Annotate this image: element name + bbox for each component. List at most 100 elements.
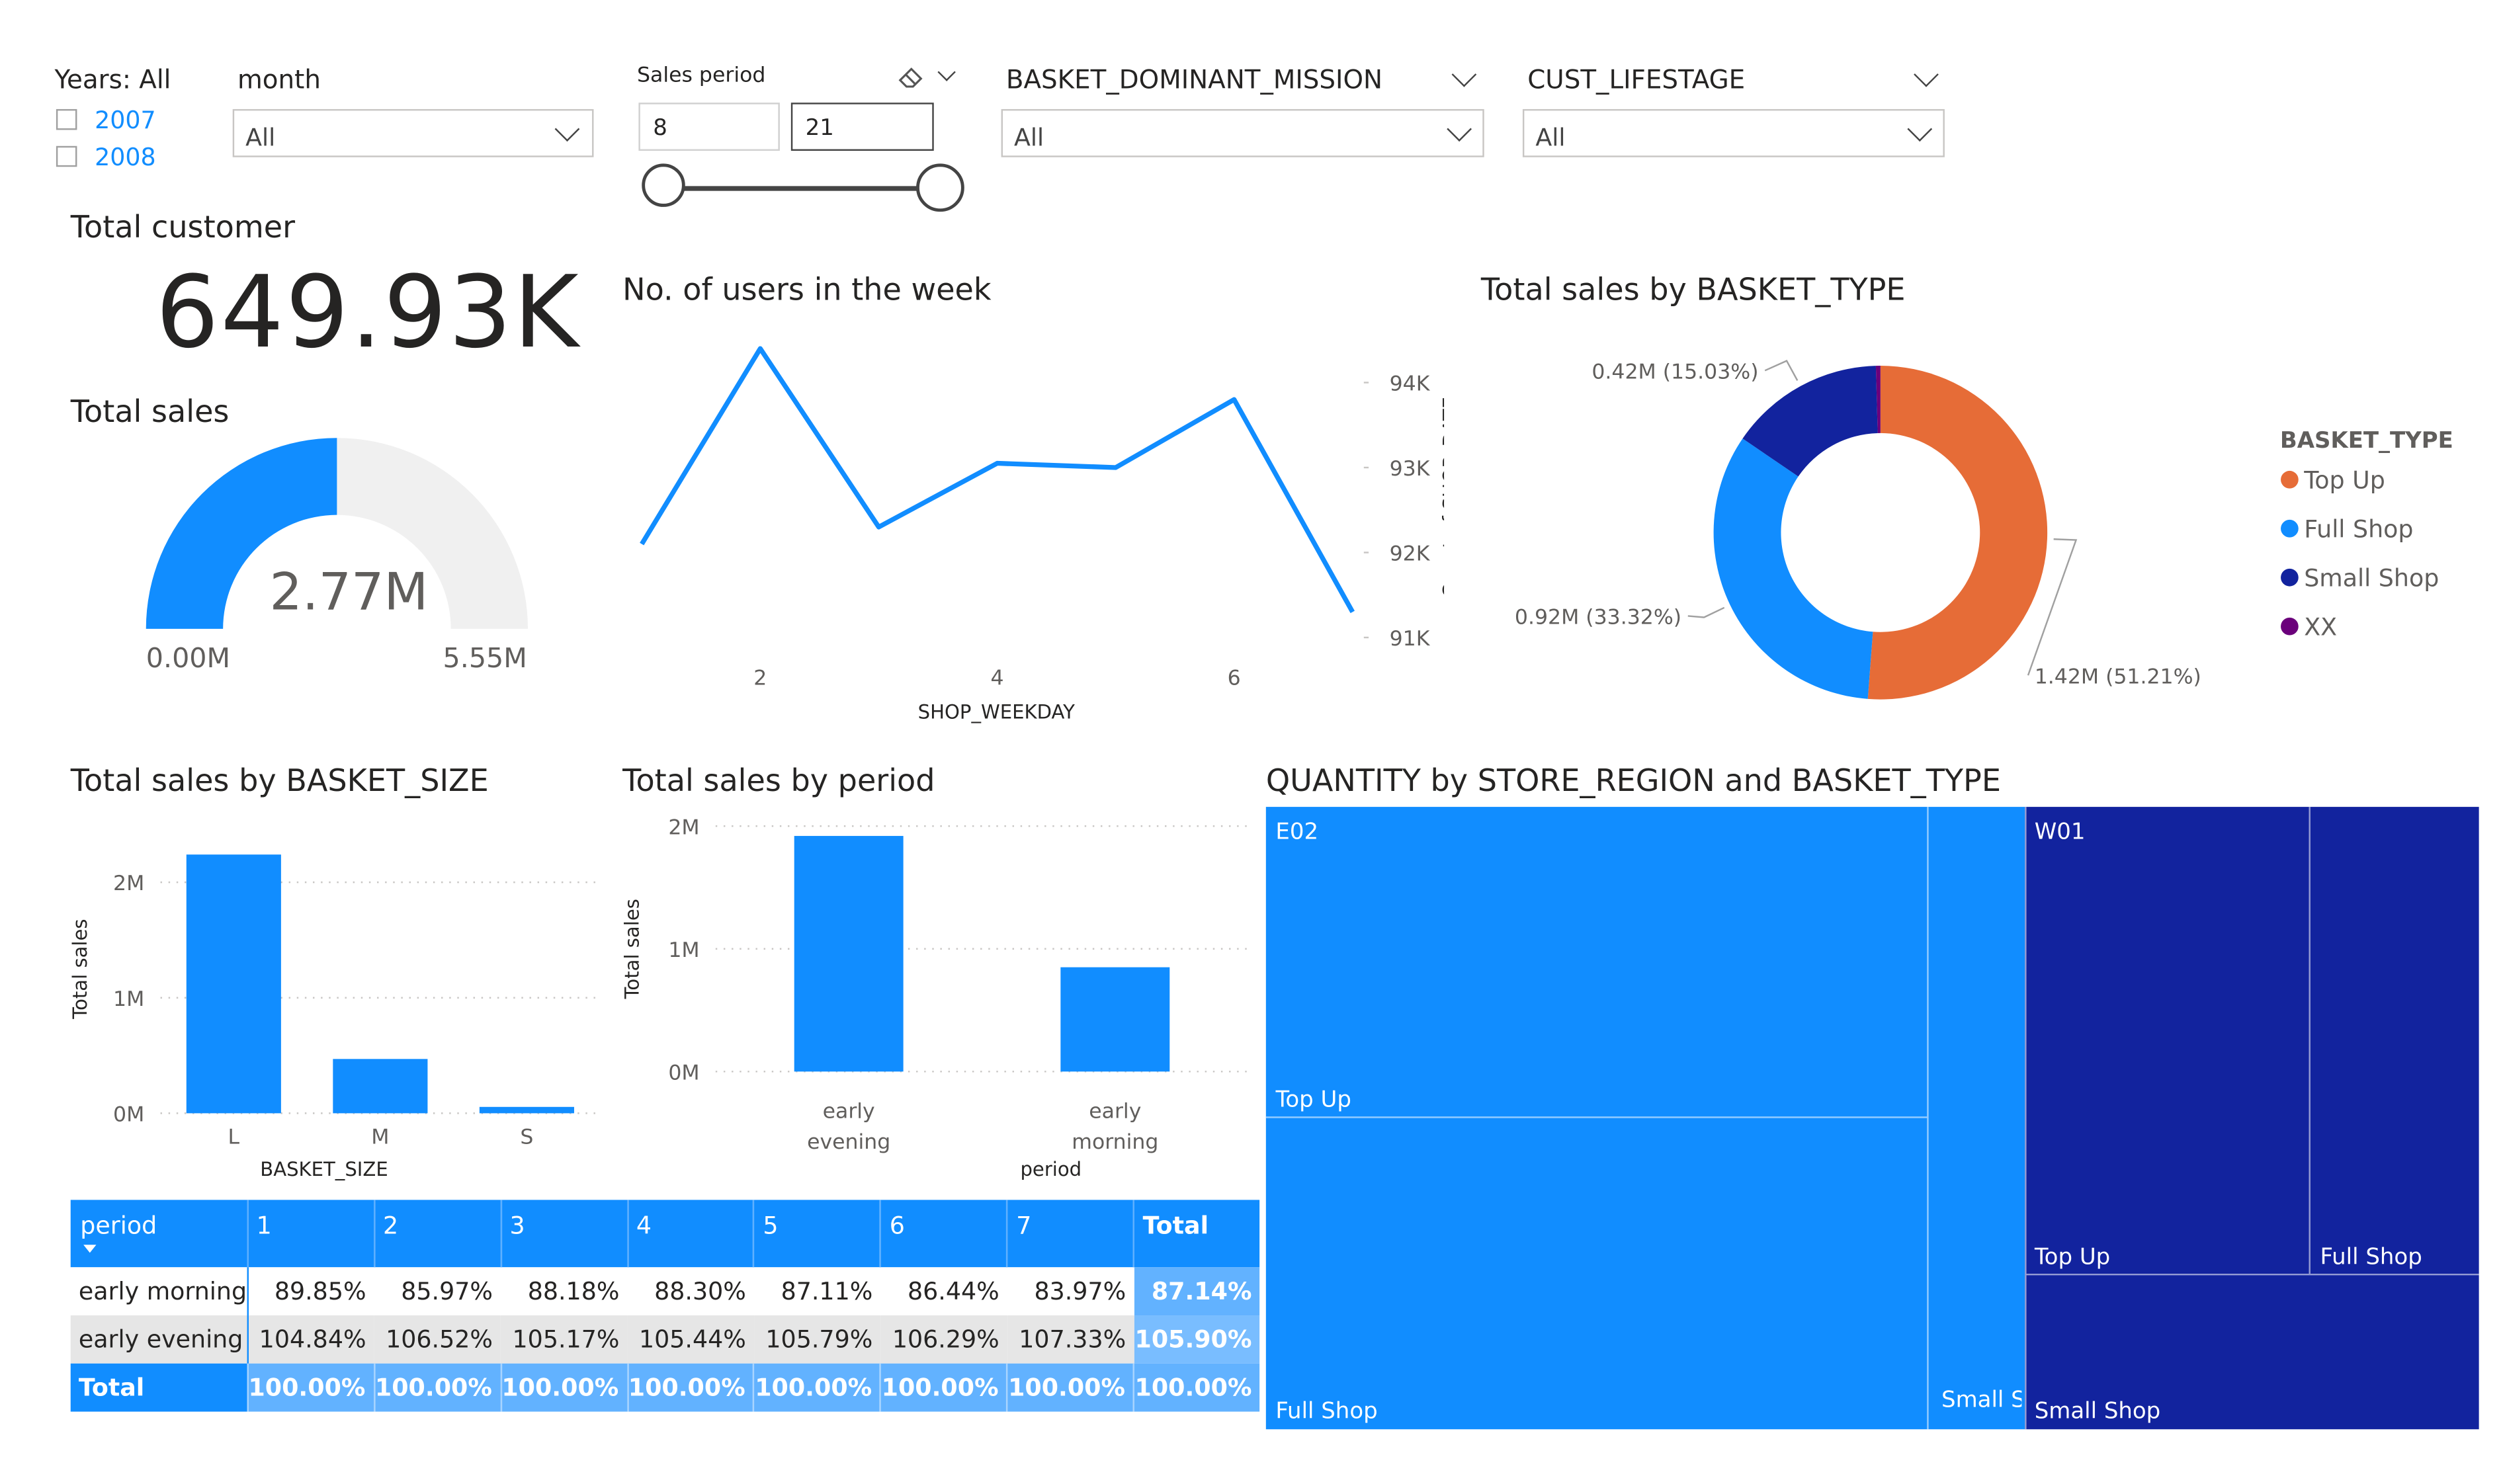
sort-desc-icon[interactable]	[83, 1245, 97, 1253]
cust-lifestage-dropdown[interactable]: All	[1522, 108, 1945, 157]
column-header: 6	[880, 1200, 1007, 1268]
year-2008-checkbox[interactable]	[56, 145, 77, 167]
treemap-cell-w01-full-shop[interactable]	[2310, 807, 2479, 1276]
total-customer-value: 649.93K	[155, 253, 581, 371]
matrix-cell: 83.97%	[1007, 1267, 1134, 1316]
y-axis-label: Total sales	[620, 899, 643, 999]
bar-early-morning	[1060, 967, 1170, 1072]
treemap-cell-e02-full-shop[interactable]	[1265, 1118, 1929, 1430]
chevron-down-icon[interactable]	[937, 63, 956, 81]
legend-title: BASKET_TYPE	[2280, 427, 2453, 454]
x-axis-label: BASKET_SIZE	[260, 1158, 388, 1180]
matrix-cell: 105.79%	[754, 1315, 881, 1364]
basket-size-title: Total sales by BASKET_SIZE	[70, 763, 489, 799]
treemap-group-label: W01	[2034, 819, 2086, 846]
treemap-cell-label: Top Up	[2034, 1245, 2111, 1271]
matrix-cell: 105.90%	[1134, 1315, 1260, 1364]
year-2008-label[interactable]: 2008	[95, 143, 156, 172]
table-row: early evening 104.84% 106.52% 105.17% 105.44…	[70, 1315, 1260, 1364]
bar-l	[186, 854, 281, 1114]
column-header: 4	[626, 1200, 755, 1268]
y-tick-label: 91K	[1390, 627, 1431, 651]
y-tick-label: 1M	[113, 987, 144, 1011]
x-tick-label: S	[520, 1125, 533, 1149]
y-tick-label: 2M	[113, 872, 144, 895]
matrix-cell: 89.85%	[247, 1267, 374, 1316]
treemap-cell-label: Full Shop	[2320, 1245, 2422, 1271]
year-2007-checkbox[interactable]	[56, 108, 77, 130]
month-dropdown-value: All	[245, 123, 276, 153]
y-axis-label: Count of SHOP_DATE	[1439, 397, 1444, 598]
users-week-title: No. of users in the week	[622, 272, 992, 308]
x-tick-label: L	[228, 1125, 240, 1149]
y-tick-label: 1M	[668, 938, 699, 962]
column-header: 5	[753, 1200, 881, 1268]
x-tick-label: 4	[991, 667, 1004, 690]
y-tick-label: 2M	[668, 815, 699, 839]
matrix-cell: 100.00%	[247, 1363, 374, 1412]
treemap-cell-label: Small S...	[1941, 1387, 2021, 1413]
quantity-treemap: E02 Top Up Full Shop Small S... W01 Top Up Ful…	[1265, 807, 2479, 1430]
treemap-cell-label: Top Up	[1275, 1087, 1351, 1114]
years-slicer-title: Years: All	[54, 64, 171, 95]
table-row: early morning 89.85% 85.97% 88.18% 88.30% 87.…	[70, 1267, 1260, 1316]
y-tick-label: 94K	[1390, 372, 1431, 396]
donut-slice-top-up	[1867, 366, 2048, 700]
treemap-cell-e02-top-up[interactable]	[1265, 807, 1929, 1118]
bar-s	[479, 1106, 574, 1114]
range-slider-end-handle[interactable]	[916, 163, 964, 212]
matrix-cell: 100.00%	[626, 1363, 755, 1412]
sales-period-bar-chart: 0M 1M 2M early evening early morning period Tota…	[620, 815, 1249, 1180]
treemap-group-label: E02	[1275, 819, 1319, 846]
gauge-max-label: 5.55M	[443, 643, 527, 676]
x-tick-label: morning	[1072, 1130, 1158, 1154]
basket-mission-slicer-title: BASKET_DOMINANT_MISSION	[1005, 64, 1383, 95]
treemap-cell-label: Full Shop	[1275, 1399, 1378, 1424]
range-slider-track[interactable]	[667, 186, 941, 191]
legend-marker	[2281, 568, 2299, 587]
basket-size-bar-chart: 0M 1M 2M L M S BASKET_SIZE Total sales	[69, 854, 601, 1180]
column-header: 3	[499, 1200, 628, 1268]
treemap-cell-w01-top-up[interactable]	[2025, 807, 2311, 1276]
year-2007-label[interactable]: 2007	[95, 106, 156, 135]
matrix-header-row: period 1 2 3 4 5 6 7 Total	[70, 1200, 1260, 1268]
matrix-cell: 105.44%	[627, 1315, 755, 1364]
matrix-cell: 100.00%	[499, 1363, 628, 1412]
table-row: Total 100.00% 100.00% 100.00% 100.00% 100.00%…	[70, 1363, 1260, 1412]
chevron-down-icon	[1447, 116, 1472, 142]
matrix-cell: 107.33%	[1007, 1315, 1134, 1364]
y-tick-label: 0M	[668, 1061, 699, 1085]
basket-mission-dropdown[interactable]: All	[1001, 108, 1484, 157]
row-header: early evening	[70, 1315, 248, 1364]
bar-m	[333, 1059, 428, 1114]
basket-mission-dropdown-value: All	[1014, 123, 1044, 153]
users-week-line-chart: 91K 92K 93K 94K 2 4 6 SHOP_WEEKDAY Count of SHOP…	[640, 346, 1444, 723]
basket-type-donut-chart: 1.42M (51.21%) 0.92M (33.32%) 0.42M (15.03…	[1515, 360, 2453, 700]
matrix-cell: 88.30%	[627, 1267, 755, 1316]
slice-data-label: 0.92M (33.32%)	[1515, 606, 1681, 630]
column-header: Total	[1133, 1200, 1260, 1268]
matrix-cell: 106.52%	[374, 1315, 501, 1364]
chevron-down-icon[interactable]	[1914, 62, 1939, 87]
eraser-icon[interactable]	[897, 64, 926, 90]
range-slider-start-handle[interactable]	[642, 163, 685, 207]
chevron-down-icon	[1907, 116, 1933, 142]
legend-item-label: Full Shop	[2304, 515, 2413, 544]
legend-item-label: XX	[2304, 613, 2337, 641]
gauge-min-label: 0.00M	[146, 643, 231, 676]
sales-period-chart-title: Total sales by period	[622, 763, 935, 799]
column-header[interactable]: period	[70, 1200, 248, 1268]
sales-period-from-input[interactable]: 8	[638, 103, 780, 151]
y-tick-label: 93K	[1390, 457, 1431, 481]
treemap-title: QUANTITY by STORE_REGION and BASKET_TYPE	[1265, 763, 2001, 799]
y-tick-label: 92K	[1390, 542, 1431, 566]
legend-item-label: Top Up	[2303, 466, 2385, 495]
month-dropdown[interactable]: All	[232, 108, 594, 157]
basket-type-title: Total sales by BASKET_TYPE	[1480, 272, 1906, 308]
treemap-cell-label: Small Shop	[2034, 1399, 2161, 1424]
treemap-cell-e02-small-shop[interactable]	[1928, 807, 2025, 1430]
sales-period-to-input[interactable]: 21	[790, 103, 934, 151]
x-tick-label: 2	[753, 667, 767, 690]
chevron-down-icon[interactable]	[1451, 62, 1477, 87]
leader-line	[1764, 360, 1799, 381]
